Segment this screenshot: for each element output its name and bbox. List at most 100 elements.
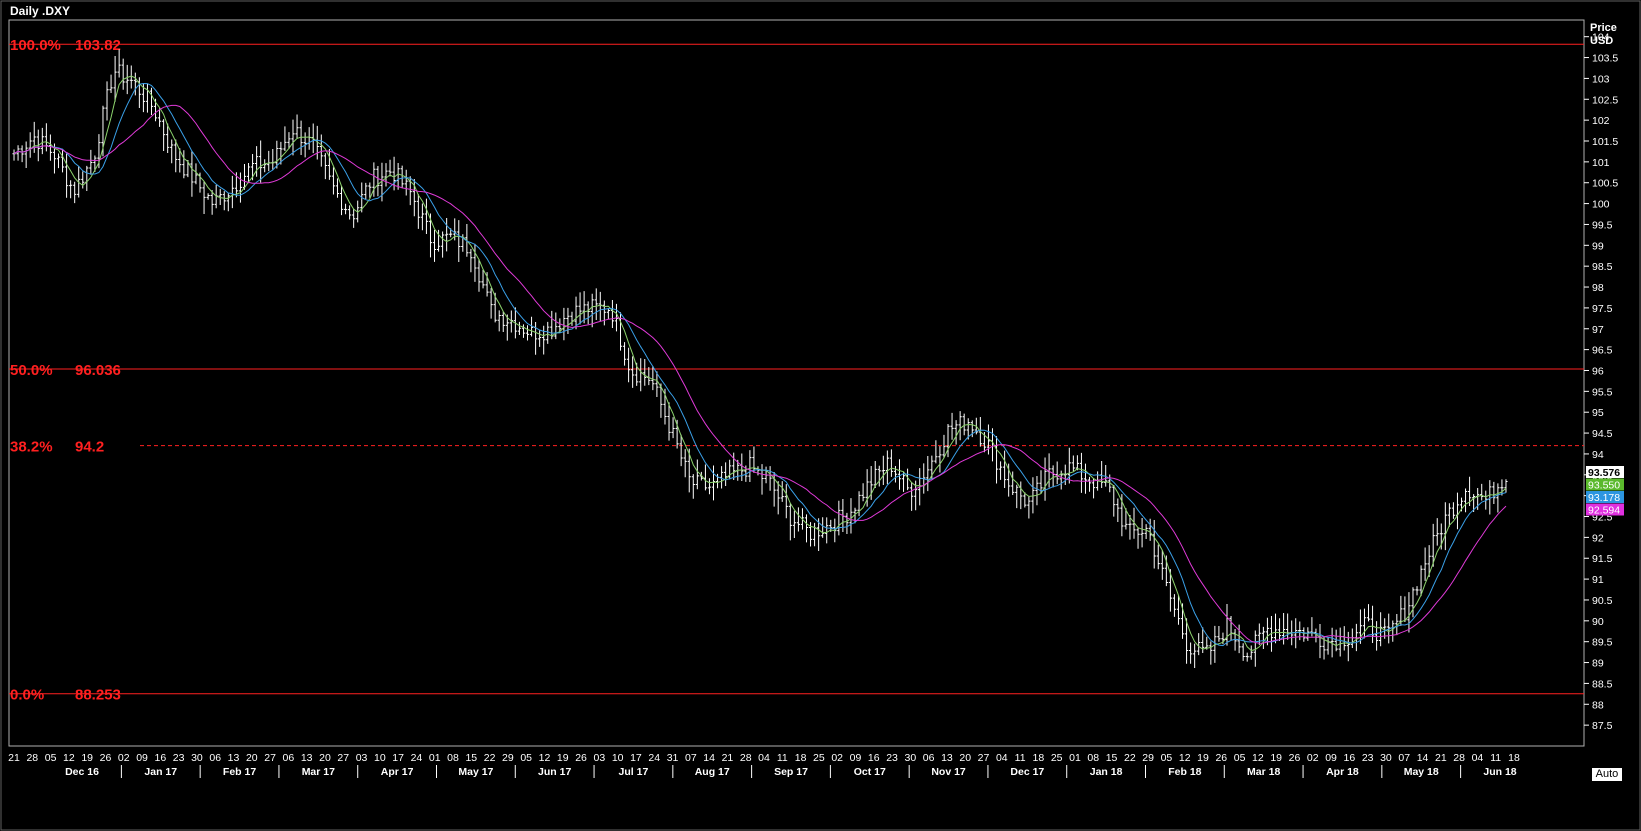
x-day-label: 20 bbox=[959, 752, 971, 764]
x-day-label: 08 bbox=[1087, 752, 1099, 764]
x-day-label: 25 bbox=[813, 752, 825, 764]
x-day-label: 30 bbox=[1380, 752, 1392, 764]
price-chart[interactable]: 87.58888.58989.59090.59191.59292.59393.5… bbox=[0, 0, 1641, 831]
x-day-label: 16 bbox=[1344, 752, 1356, 764]
x-day-label: 07 bbox=[1398, 752, 1410, 764]
x-day-label: 11 bbox=[1490, 752, 1501, 764]
y-tick-label: 100 bbox=[1592, 199, 1610, 211]
x-day-label: 19 bbox=[1197, 752, 1209, 764]
y-tick-label: 87.5 bbox=[1592, 720, 1613, 732]
x-day-label: 11 bbox=[1015, 752, 1026, 764]
x-day-label: 15 bbox=[465, 752, 477, 764]
y-tick-label: 94 bbox=[1592, 449, 1604, 461]
x-day-label: 19 bbox=[557, 752, 569, 764]
x-day-label: 23 bbox=[886, 752, 898, 764]
x-day-label: 18 bbox=[1033, 752, 1045, 764]
auto-scale-button[interactable]: Auto bbox=[1592, 768, 1622, 781]
x-month-label: Nov 17 bbox=[931, 766, 966, 778]
x-month-label: May 18 bbox=[1404, 766, 1439, 778]
x-day-label: 04 bbox=[1472, 752, 1484, 764]
x-day-label: 12 bbox=[63, 752, 75, 764]
y-tick-label: 96 bbox=[1592, 365, 1604, 377]
x-day-label: 14 bbox=[703, 752, 715, 764]
x-day-label: 09 bbox=[1325, 752, 1337, 764]
fib-value-label: 96.036 bbox=[75, 362, 121, 379]
fib-percent-label: 100.0% bbox=[10, 37, 61, 54]
x-day-label: 10 bbox=[374, 752, 386, 764]
x-day-label: 24 bbox=[648, 752, 660, 764]
x-month-label: Dec 16 bbox=[65, 766, 99, 778]
x-month-label: Dec 17 bbox=[1010, 766, 1044, 778]
plot-area bbox=[8, 19, 1585, 747]
x-day-label: 03 bbox=[356, 752, 368, 764]
x-day-label: 03 bbox=[594, 752, 606, 764]
y-tick-label: 90 bbox=[1592, 616, 1604, 628]
x-day-label: 15 bbox=[1106, 752, 1118, 764]
x-day-label: 24 bbox=[411, 752, 423, 764]
x-day-label: 11 bbox=[777, 752, 788, 764]
x-month-label: May 17 bbox=[458, 766, 493, 778]
x-day-label: 22 bbox=[1124, 752, 1136, 764]
x-day-label: 29 bbox=[502, 752, 514, 764]
y-tick-label: 99.5 bbox=[1592, 219, 1613, 231]
y-tick-label: 102.5 bbox=[1592, 94, 1618, 106]
x-day-label: 10 bbox=[612, 752, 624, 764]
x-month-label: Aug 17 bbox=[695, 766, 730, 778]
y-tick-label: 91 bbox=[1592, 574, 1604, 586]
x-month-label: Mar 17 bbox=[302, 766, 335, 778]
x-day-label: 16 bbox=[154, 752, 166, 764]
x-day-label: 31 bbox=[667, 752, 679, 764]
x-day-label: 05 bbox=[520, 752, 532, 764]
x-day-label: 05 bbox=[1234, 752, 1246, 764]
x-day-label: 27 bbox=[337, 752, 349, 764]
y-tick-label: 90.5 bbox=[1592, 595, 1613, 607]
x-day-label: 19 bbox=[81, 752, 93, 764]
y-tick-label: 95.5 bbox=[1592, 386, 1613, 398]
x-month-label: Mar 18 bbox=[1247, 766, 1280, 778]
x-day-label: 23 bbox=[1362, 752, 1374, 764]
x-month-label: Jan 18 bbox=[1090, 766, 1123, 778]
x-day-label: 06 bbox=[923, 752, 935, 764]
x-day-label: 26 bbox=[575, 752, 587, 764]
x-day-label: 29 bbox=[1142, 752, 1154, 764]
x-day-label: 13 bbox=[228, 752, 240, 764]
y-tick-label: 101.5 bbox=[1592, 136, 1618, 148]
x-month-label: Jul 17 bbox=[619, 766, 649, 778]
x-day-label: 02 bbox=[831, 752, 843, 764]
x-day-label: 06 bbox=[209, 752, 221, 764]
x-month-label: Feb 18 bbox=[1168, 766, 1201, 778]
x-month-label: Jan 17 bbox=[144, 766, 177, 778]
x-day-label: 17 bbox=[630, 752, 642, 764]
price-tag-value: 93.178 bbox=[1588, 492, 1620, 504]
x-day-label: 05 bbox=[45, 752, 57, 764]
fib-percent-label: 50.0% bbox=[10, 362, 53, 379]
x-day-label: 06 bbox=[283, 752, 295, 764]
x-month-label: Oct 17 bbox=[854, 766, 886, 778]
x-day-label: 19 bbox=[1270, 752, 1282, 764]
x-day-label: 16 bbox=[868, 752, 880, 764]
price-tag-value: 93.550 bbox=[1588, 480, 1620, 492]
x-day-label: 02 bbox=[118, 752, 130, 764]
x-day-label: 20 bbox=[319, 752, 331, 764]
x-day-label: 04 bbox=[996, 752, 1008, 764]
y-tick-label: 91.5 bbox=[1592, 553, 1613, 565]
y-tick-label: 98 bbox=[1592, 282, 1604, 294]
x-day-label: 12 bbox=[539, 752, 551, 764]
x-day-label: 26 bbox=[1289, 752, 1301, 764]
x-day-label: 28 bbox=[26, 752, 38, 764]
x-day-label: 22 bbox=[484, 752, 496, 764]
x-month-label: Apr 17 bbox=[381, 766, 414, 778]
y-tick-label: 97.5 bbox=[1592, 303, 1613, 315]
y-tick-label: 97 bbox=[1592, 324, 1604, 336]
x-day-label: 13 bbox=[301, 752, 313, 764]
x-day-label: 26 bbox=[1215, 752, 1227, 764]
chart-title: Daily .DXY bbox=[10, 4, 71, 18]
x-day-label: 27 bbox=[264, 752, 276, 764]
x-day-label: 21 bbox=[8, 752, 20, 764]
x-day-label: 12 bbox=[1179, 752, 1191, 764]
y-tick-label: 98.5 bbox=[1592, 261, 1613, 273]
y-tick-label: 102 bbox=[1592, 115, 1610, 127]
x-day-label: 26 bbox=[100, 752, 112, 764]
x-day-label: 02 bbox=[1307, 752, 1319, 764]
x-day-label: 30 bbox=[904, 752, 916, 764]
